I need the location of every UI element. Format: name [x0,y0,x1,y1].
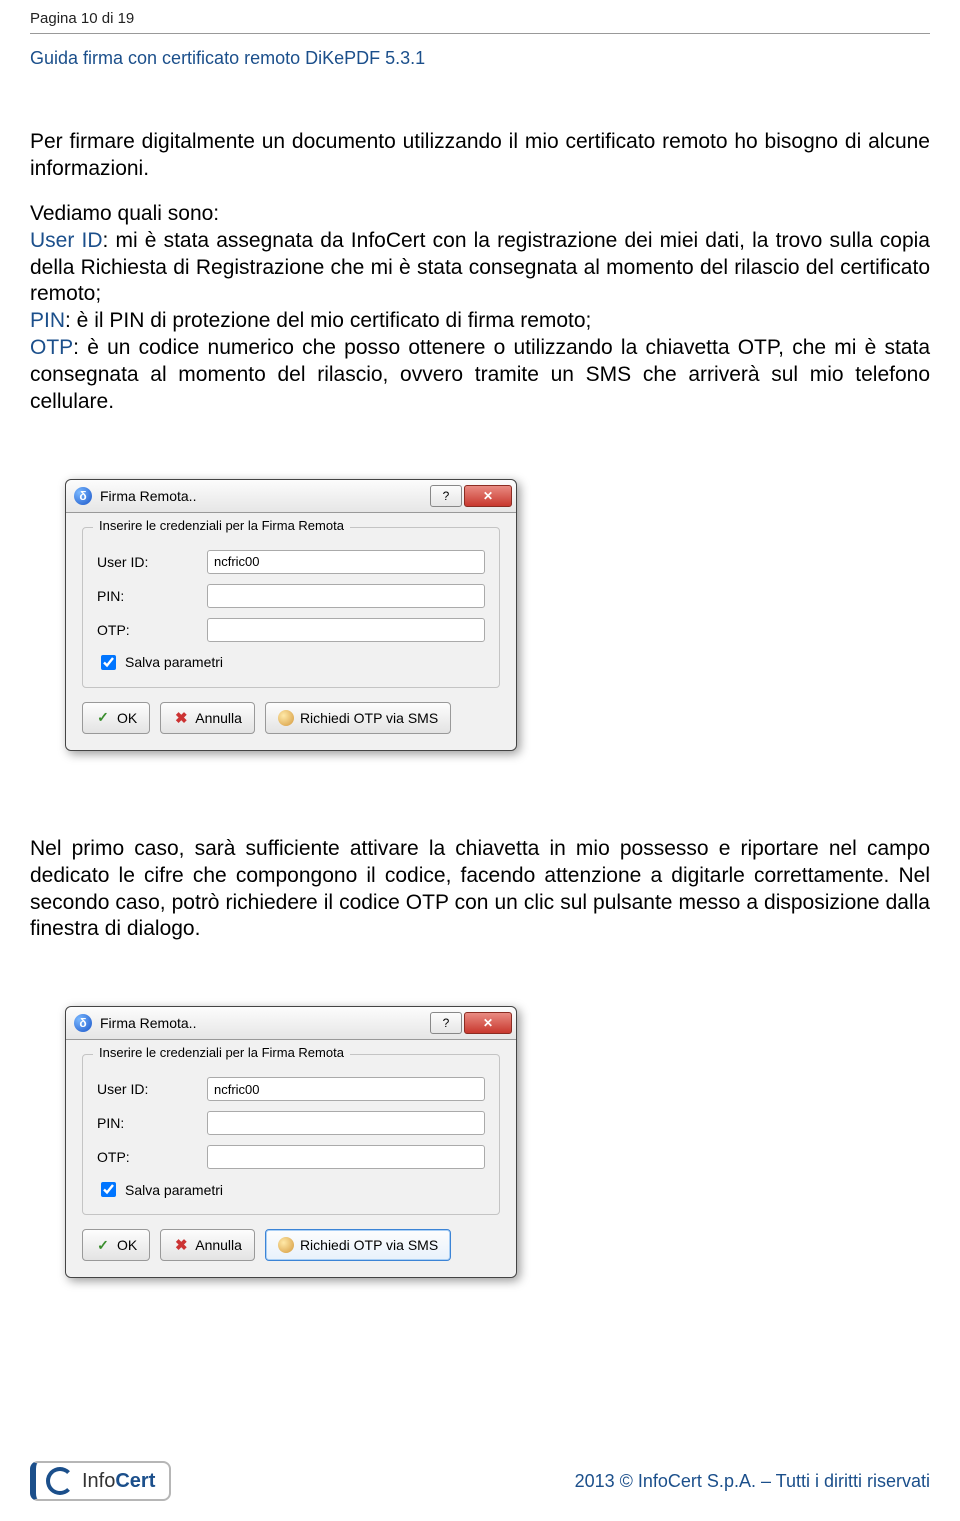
help-button[interactable]: ? [430,1012,462,1034]
ok-button[interactable]: ✓ OK [82,1229,150,1261]
annulla-button[interactable]: ✖ Annulla [160,702,255,734]
check-icon: ✓ [95,1237,111,1253]
credentials-intro: Vediamo quali sono: [30,202,219,225]
otp-desc: : è un codice numerico che posso ottener… [30,336,930,413]
annulla-label: Annulla [195,1237,242,1253]
annulla-label: Annulla [195,710,242,726]
infocert-logo: InfoCert [30,1461,171,1501]
check-icon: ✓ [95,710,111,726]
ok-label: OK [117,710,137,726]
dialog-title: Firma Remota.. [100,1015,430,1031]
logo-c-icon [46,1467,74,1495]
pin-term: PIN [30,309,65,332]
globe-icon [278,710,294,726]
ok-button[interactable]: ✓ OK [82,702,150,734]
page-footer: InfoCert 2013 © InfoCert S.p.A. – Tutti … [30,1461,930,1501]
copyright-text: 2013 © InfoCert S.p.A. – Tutti i diritti… [575,1471,930,1492]
cross-icon: ✖ [173,1237,189,1253]
richiedi-label: Richiedi OTP via SMS [300,710,438,726]
pin-label: PIN: [97,1115,207,1131]
otp-input[interactable] [207,1145,485,1169]
group-title: Inserire le credenziali per la Firma Rem… [93,518,350,533]
salva-parametri-label: Salva parametri [125,654,223,670]
otp-label: OTP: [97,1149,207,1165]
paragraph-intro: Per firmare digitalmente un documento ut… [30,129,930,183]
close-button[interactable]: ✕ [464,485,512,507]
annulla-button[interactable]: ✖ Annulla [160,1229,255,1261]
header-rule [30,33,930,34]
user-id-label: User ID: [97,554,207,570]
logo-suffix: Cert [115,1470,155,1492]
otp-label: OTP: [97,622,207,638]
app-icon: δ [74,487,92,505]
richiedi-otp-button[interactable]: Richiedi OTP via SMS [265,1229,451,1261]
document-title: Guida firma con certificato remoto DiKeP… [30,48,930,69]
dialog-title: Firma Remota.. [100,488,430,504]
cross-icon: ✖ [173,710,189,726]
richiedi-otp-button[interactable]: Richiedi OTP via SMS [265,702,451,734]
user-id-label: User ID: [97,1081,207,1097]
firma-remota-dialog-2: δ Firma Remota.. ? ✕ Inserire le credenz… [65,1006,517,1278]
globe-icon [278,1237,294,1253]
salva-parametri-checkbox[interactable] [101,1182,116,1197]
dialog-titlebar: δ Firma Remota.. ? ✕ [66,480,516,513]
app-icon: δ [74,1014,92,1032]
credentials-group: Inserire le credenziali per la Firma Rem… [82,527,500,688]
salva-parametri-checkbox[interactable] [101,655,116,670]
paragraph-otp-cases: Nel primo caso, sarà sufficiente attivar… [30,836,930,944]
user-id-desc: : mi è stata assegnata da InfoCert con l… [30,229,930,306]
user-id-term: User ID [30,229,102,252]
user-id-input[interactable] [207,1077,485,1101]
ok-label: OK [117,1237,137,1253]
close-button[interactable]: ✕ [464,1012,512,1034]
logo-prefix: Info [82,1470,115,1492]
richiedi-label: Richiedi OTP via SMS [300,1237,438,1253]
pin-desc: : è il PIN di protezione del mio certifi… [65,309,591,332]
pin-input[interactable] [207,584,485,608]
credentials-group: Inserire le credenziali per la Firma Rem… [82,1054,500,1215]
salva-parametri-label: Salva parametri [125,1182,223,1198]
pin-label: PIN: [97,588,207,604]
firma-remota-dialog-1: δ Firma Remota.. ? ✕ Inserire le credenz… [65,479,517,751]
pin-input[interactable] [207,1111,485,1135]
otp-input[interactable] [207,618,485,642]
help-button[interactable]: ? [430,485,462,507]
user-id-input[interactable] [207,550,485,574]
otp-term: OTP [30,336,73,359]
page-number: Pagina 10 di 19 [30,10,930,27]
paragraph-credentials: Vediamo quali sono: User ID: mi è stata … [30,201,930,416]
dialog-titlebar: δ Firma Remota.. ? ✕ [66,1007,516,1040]
group-title: Inserire le credenziali per la Firma Rem… [93,1045,350,1060]
